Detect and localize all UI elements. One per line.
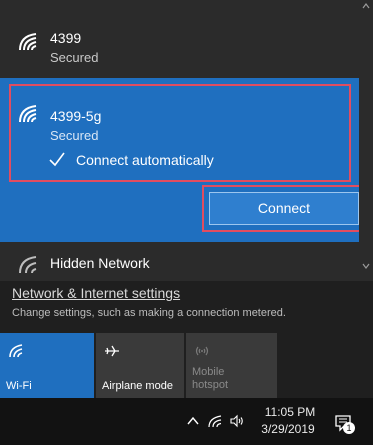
taskbar-date[interactable]: 3/29/2019: [256, 422, 320, 436]
network-name: 4399-5g: [50, 108, 102, 124]
network-item-hidden[interactable]: Hidden Network: [0, 247, 359, 281]
mobile-hotspot-label: Mobile hotspot: [192, 366, 228, 392]
volume-icon[interactable]: [230, 414, 244, 428]
scroll-down-icon[interactable]: [362, 262, 370, 270]
network-name: Hidden Network: [50, 255, 150, 271]
connect-automatically-label: Connect automatically: [76, 152, 214, 168]
network-settings-link[interactable]: Network & Internet settings: [12, 285, 180, 301]
network-flyout: 4399 Secured 4399-5g Secured Connect aut…: [0, 0, 373, 445]
scroll-up-icon[interactable]: [362, 2, 370, 10]
network-settings-description: Change settings, such as making a connec…: [12, 307, 286, 319]
scrollbar[interactable]: [359, 0, 373, 281]
notification-count-badge: 1: [343, 422, 355, 434]
taskbar-time[interactable]: 11:05 PM: [262, 405, 318, 419]
wifi-icon: [19, 256, 37, 274]
network-status: Secured: [50, 128, 99, 143]
network-item-4399[interactable]: 4399 Secured: [0, 0, 359, 78]
airplane-mode-toggle[interactable]: Airplane mode: [96, 333, 184, 398]
network-item-4399-5g[interactable]: 4399-5g Secured Connect automatically Co…: [0, 78, 359, 242]
hotspot-label-line2: hotspot: [192, 379, 229, 391]
wifi-toggle[interactable]: Wi-Fi: [0, 333, 94, 398]
checkmark-icon: [49, 152, 65, 167]
hotspot-label-line1: Mobile: [192, 366, 225, 378]
airplane-mode-label: Airplane mode: [102, 380, 173, 392]
network-icon[interactable]: [208, 414, 222, 428]
network-name: 4399: [50, 30, 82, 46]
wifi-icon: [19, 105, 37, 123]
chevron-up-icon[interactable]: [186, 414, 200, 428]
hotspot-icon: [195, 346, 209, 356]
airplane-icon: [105, 345, 119, 357]
network-status: Secured: [50, 50, 99, 65]
network-list: 4399 Secured 4399-5g Secured Connect aut…: [0, 0, 365, 247]
wifi-icon: [9, 344, 23, 358]
taskbar: 11:05 PM 3/29/2019 1: [0, 398, 373, 445]
mobile-hotspot-toggle[interactable]: Mobile hotspot: [186, 333, 277, 398]
wifi-icon: [19, 33, 37, 51]
connect-button[interactable]: Connect: [209, 192, 359, 225]
wifi-toggle-label: Wi-Fi: [6, 380, 32, 392]
